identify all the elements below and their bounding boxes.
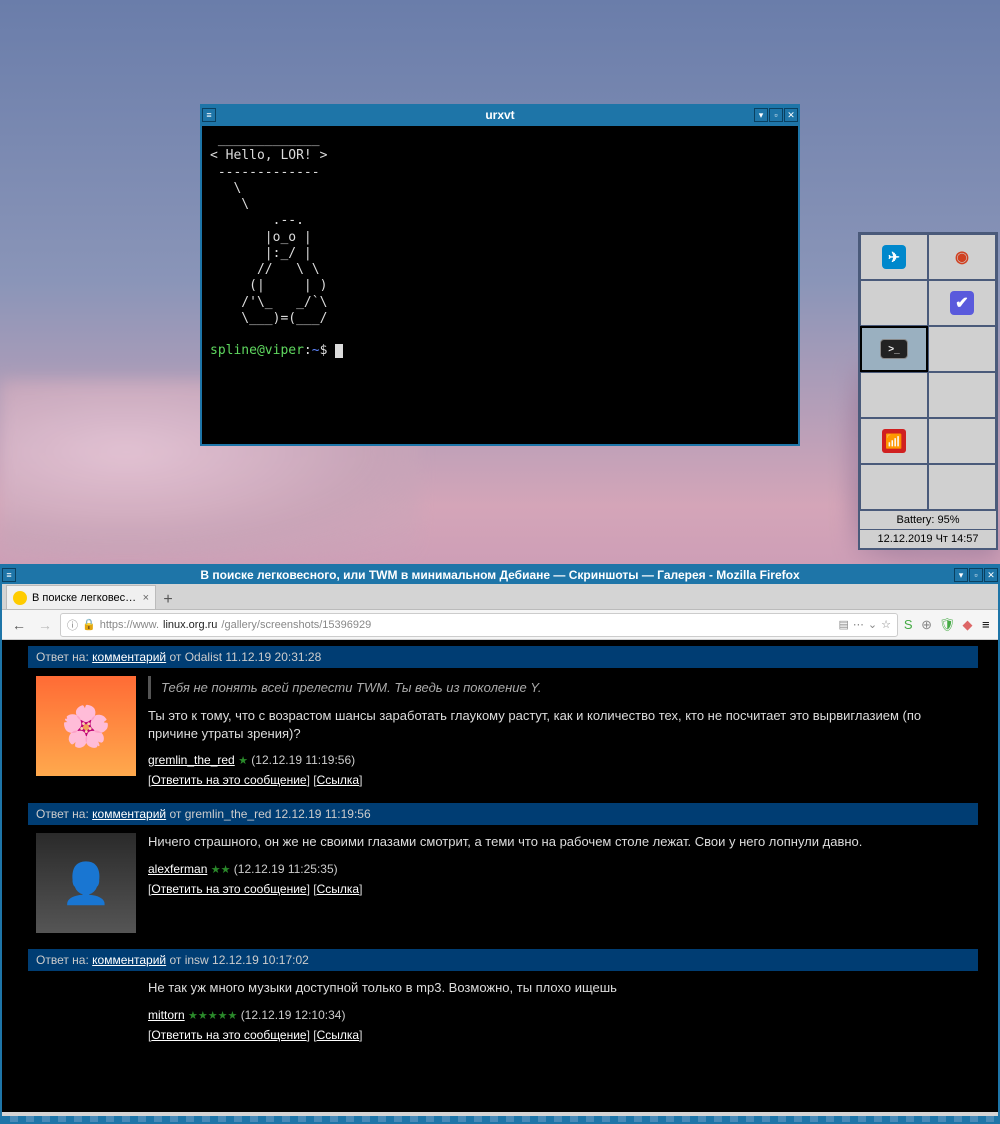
firefox-titlebar[interactable]: ≡ В поиске легковесного, или TWM в миним… xyxy=(2,566,998,584)
pager-cell-empty[interactable] xyxy=(860,464,928,510)
terminal-window[interactable]: ≡ urxvt ▾ ▫ ✕ _____________ < Hello, LOR… xyxy=(200,104,800,446)
reply-link[interactable]: Ответить на это сообщение xyxy=(151,1028,306,1042)
comment-header: Ответ на: комментарий от Odalist 11.12.1… xyxy=(28,646,978,668)
reader-mode-icon[interactable]: ▤ xyxy=(839,618,849,631)
permalink[interactable]: Ссылка xyxy=(317,773,359,787)
window-maximize-button[interactable]: ▫ xyxy=(769,108,783,122)
url-prefix: https://www. xyxy=(100,619,159,631)
pager-cell-empty[interactable] xyxy=(928,418,996,464)
extension-icon[interactable]: S xyxy=(902,616,914,634)
firefox-title: В поиске легковесного, или TWM в минимал… xyxy=(200,568,799,582)
tab-bar: В поиске легковесного × + xyxy=(2,584,998,610)
permalink[interactable]: Ссылка xyxy=(317,882,359,896)
control-icon: ✔ xyxy=(950,291,974,315)
terminal-body[interactable]: _____________ < Hello, LOR! > ----------… xyxy=(202,124,798,444)
page-actions-icon[interactable]: ⋯ xyxy=(853,618,864,631)
back-button[interactable]: ← xyxy=(8,614,30,636)
avatar[interactable]: 👤 xyxy=(36,833,136,933)
extension-icon[interactable]: 🛡 xyxy=(939,616,956,634)
user-stars: ★★ xyxy=(211,864,231,876)
pager-cell-eye[interactable]: ◉ xyxy=(928,234,996,280)
page-content[interactable]: Ответ на: комментарий от Odalist 11.12.1… xyxy=(2,640,998,1112)
comment-block: Ответ на: комментарий от insw 12.12.19 1… xyxy=(28,949,978,1041)
extension-icon[interactable]: ⊕ xyxy=(920,616,932,634)
permalink[interactable]: Ссылка xyxy=(317,1028,359,1042)
window-menu-button[interactable]: ≡ xyxy=(202,108,216,122)
comment-ref-link[interactable]: комментарий xyxy=(92,650,166,664)
avatar[interactable]: 🌸 xyxy=(36,676,136,776)
lock-icon: 🔒 xyxy=(82,618,96,631)
comment-ref-link[interactable]: комментарий xyxy=(92,953,166,967)
window-close-button[interactable]: ✕ xyxy=(984,568,998,582)
comment-time: (12.12.19 11:25:35) xyxy=(234,862,338,876)
terminal-icon: >_ xyxy=(880,339,908,359)
favicon-icon xyxy=(13,591,27,605)
url-host: linux.org.ru xyxy=(163,619,217,631)
toolbar: ← → ⓘ 🔒 https://www. linux.org.ru/gallery… xyxy=(2,610,998,640)
window-maximize-button[interactable]: ▫ xyxy=(969,568,983,582)
author-link[interactable]: gremlin_the_red xyxy=(148,753,235,767)
window-resize-handle[interactable] xyxy=(2,1116,998,1122)
window-minimize-button[interactable]: ▾ xyxy=(954,568,968,582)
comment-time: (12.12.19 12:10:34) xyxy=(241,1008,346,1022)
bookmark-star-icon[interactable]: ☆ xyxy=(881,618,891,631)
pager-cell-empty[interactable] xyxy=(928,372,996,418)
pager-cell-control[interactable]: ✔ xyxy=(928,280,996,326)
browser-tab[interactable]: В поиске легковесного × xyxy=(6,585,156,609)
pager-cell-empty[interactable] xyxy=(928,326,996,372)
firefox-window: ≡ В поиске легковесного, или TWM в миним… xyxy=(0,564,1000,1124)
pager-grid: ✈ ◉ ✔ >_ 📶 xyxy=(860,234,996,510)
menu-button[interactable]: ≡ xyxy=(980,616,992,634)
terminal-titlebar[interactable]: ≡ urxvt ▾ ▫ ✕ xyxy=(202,106,798,124)
comment-text: Ты это к тому, что с возрастом шансы зар… xyxy=(148,707,970,743)
terminal-ascii: _____________ < Hello, LOR! > ----------… xyxy=(210,132,327,326)
user-stars: ★ xyxy=(238,755,248,767)
pager-cell-terminal[interactable]: >_ xyxy=(860,326,928,372)
twm-pager: ✈ ◉ ✔ >_ 📶 Battery: 95% 12.12.2019 Чт 14… xyxy=(858,232,998,550)
battery-status: Battery: 95% xyxy=(860,510,996,529)
address-bar[interactable]: ⓘ 🔒 https://www. linux.org.ru/gallery/scr… xyxy=(60,613,898,637)
pager-cell-empty[interactable] xyxy=(860,372,928,418)
pocket-icon[interactable]: ⌄ xyxy=(868,618,877,631)
quote-block: Тебя не понять всей прелести TWM. Ты вед… xyxy=(148,676,970,699)
new-tab-button[interactable]: + xyxy=(156,591,180,609)
window-minimize-button[interactable]: ▾ xyxy=(754,108,768,122)
pager-cell-empty[interactable] xyxy=(928,464,996,510)
pager-cell-empty[interactable] xyxy=(860,280,928,326)
eye-icon: ◉ xyxy=(950,245,974,269)
reply-link[interactable]: Ответить на это сообщение xyxy=(151,882,306,896)
wifi-icon: 📶 xyxy=(882,429,906,453)
telegram-icon: ✈ xyxy=(882,245,906,269)
reply-link[interactable]: Ответить на это сообщение xyxy=(151,773,306,787)
datetime-status: 12.12.2019 Чт 14:57 xyxy=(860,529,996,548)
comment-block: Ответ на: комментарий от Odalist 11.12.1… xyxy=(28,646,978,787)
pager-cell-telegram[interactable]: ✈ xyxy=(860,234,928,280)
comment-text: Ничего страшного, он же не своими глазам… xyxy=(148,833,970,851)
tab-label: В поиске легковесного xyxy=(32,592,139,604)
window-menu-button[interactable]: ≡ xyxy=(2,568,16,582)
info-icon[interactable]: ⓘ xyxy=(67,617,78,633)
forward-button[interactable]: → xyxy=(34,614,56,636)
tab-close-icon[interactable]: × xyxy=(143,592,149,604)
comment-text: Не так уж много музыки доступной только … xyxy=(148,979,970,997)
terminal-title: urxvt xyxy=(485,108,514,122)
comment-header: Ответ на: комментарий от insw 12.12.19 1… xyxy=(28,949,978,971)
comment-time: (12.12.19 11:19:56) xyxy=(251,753,355,767)
prompt-user: spline@viper xyxy=(210,343,304,358)
prompt-path: ~ xyxy=(312,343,320,358)
comment-block: Ответ на: комментарий от gremlin_the_red… xyxy=(28,803,978,933)
comment-ref-link[interactable]: комментарий xyxy=(92,807,166,821)
terminal-cursor xyxy=(335,344,343,358)
window-close-button[interactable]: ✕ xyxy=(784,108,798,122)
author-link[interactable]: alexferman xyxy=(148,862,207,876)
extension-icon[interactable]: ◆ xyxy=(961,616,973,634)
user-stars: ★★★★★ xyxy=(188,1010,237,1022)
comment-header: Ответ на: комментарий от gremlin_the_red… xyxy=(28,803,978,825)
url-path: /gallery/screenshots/15396929 xyxy=(221,619,371,631)
author-link[interactable]: mittorn xyxy=(148,1008,185,1022)
pager-cell-network[interactable]: 📶 xyxy=(860,418,928,464)
